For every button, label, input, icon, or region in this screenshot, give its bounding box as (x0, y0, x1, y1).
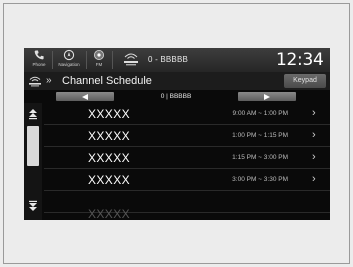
schedule-row[interactable]: XXXXX 1:00 PM ~ 1:15 PM › (44, 125, 330, 147)
siriusxm-icon (124, 53, 138, 66)
chevron-right-icon: › (312, 173, 316, 185)
scroll-up-button[interactable] (27, 107, 39, 121)
program-time: 1:00 PM ~ 1:15 PM (232, 132, 288, 139)
schedule-list: XXXXX 9:00 AM ~ 1:00 PM › XXXXX 1:00 PM … (44, 103, 330, 220)
divider (86, 51, 87, 69)
keypad-button[interactable]: Keypad (284, 74, 326, 88)
navigation-button[interactable]: Navigation (56, 49, 82, 71)
clock: 12:34 (276, 50, 324, 70)
program-name: XXXXX (88, 107, 131, 121)
schedule-row[interactable]: XXXXX (44, 191, 330, 220)
compass-icon (63, 49, 75, 61)
current-station: 0 - BBBBB (148, 55, 189, 64)
title-bar: » Channel Schedule Keypad (24, 72, 330, 90)
infotainment-screen: Phone Navigation FM 0 - BBBBB 12:34 » Ch… (24, 48, 330, 220)
navigation-label: Navigation (58, 62, 80, 67)
page-down-icon (29, 200, 37, 211)
schedule-row[interactable]: XXXXX 1:15 PM ~ 3:00 PM › (44, 147, 330, 169)
radio-source-icon (94, 50, 104, 60)
previous-channel-button[interactable] (56, 92, 114, 101)
channel-navigator: 0 | BBBBB (24, 90, 330, 103)
channel-indicator: 0 | BBBBB (160, 93, 192, 100)
scroll-thumb[interactable] (27, 126, 39, 166)
fm-audio-button[interactable]: FM (90, 49, 108, 71)
phone-label: Phone (32, 62, 46, 67)
scrollbar[interactable] (24, 103, 42, 220)
satellite-radio-indicator (120, 51, 142, 73)
schedule-row[interactable]: XXXXX 9:00 AM ~ 1:00 PM › (44, 103, 330, 125)
program-name: XXXXX (88, 173, 131, 187)
program-name: XXXXX (88, 129, 131, 143)
page-title: Channel Schedule (62, 75, 152, 87)
page-up-icon (29, 109, 37, 120)
divider (52, 51, 53, 69)
chevron-right-icon: › (312, 151, 316, 163)
divider (112, 51, 113, 69)
chevron-right-icon: › (312, 129, 316, 141)
scroll-down-button[interactable] (27, 199, 39, 213)
program-name: XXXXX (88, 207, 131, 220)
chevron-right-icon: › (312, 107, 316, 119)
program-time: 9:00 AM ~ 1:00 PM (232, 110, 288, 117)
schedule-row[interactable]: XXXXX 3:00 PM ~ 3:30 PM › (44, 169, 330, 191)
back-chevron-icon[interactable]: » (46, 75, 52, 86)
fm-label: FM (95, 62, 103, 67)
program-time: 3:00 PM ~ 3:30 PM (232, 176, 288, 183)
program-time: 1:15 PM ~ 3:00 PM (232, 154, 288, 161)
phone-icon (34, 50, 44, 60)
phone-button[interactable]: Phone (30, 49, 48, 71)
next-channel-button[interactable] (238, 92, 296, 101)
right-arrow-icon (264, 93, 270, 100)
status-bar: Phone Navigation FM 0 - BBBBB 12:34 (24, 48, 330, 72)
left-arrow-icon (82, 93, 88, 100)
siriusxm-icon (29, 76, 41, 87)
program-name: XXXXX (88, 151, 131, 165)
